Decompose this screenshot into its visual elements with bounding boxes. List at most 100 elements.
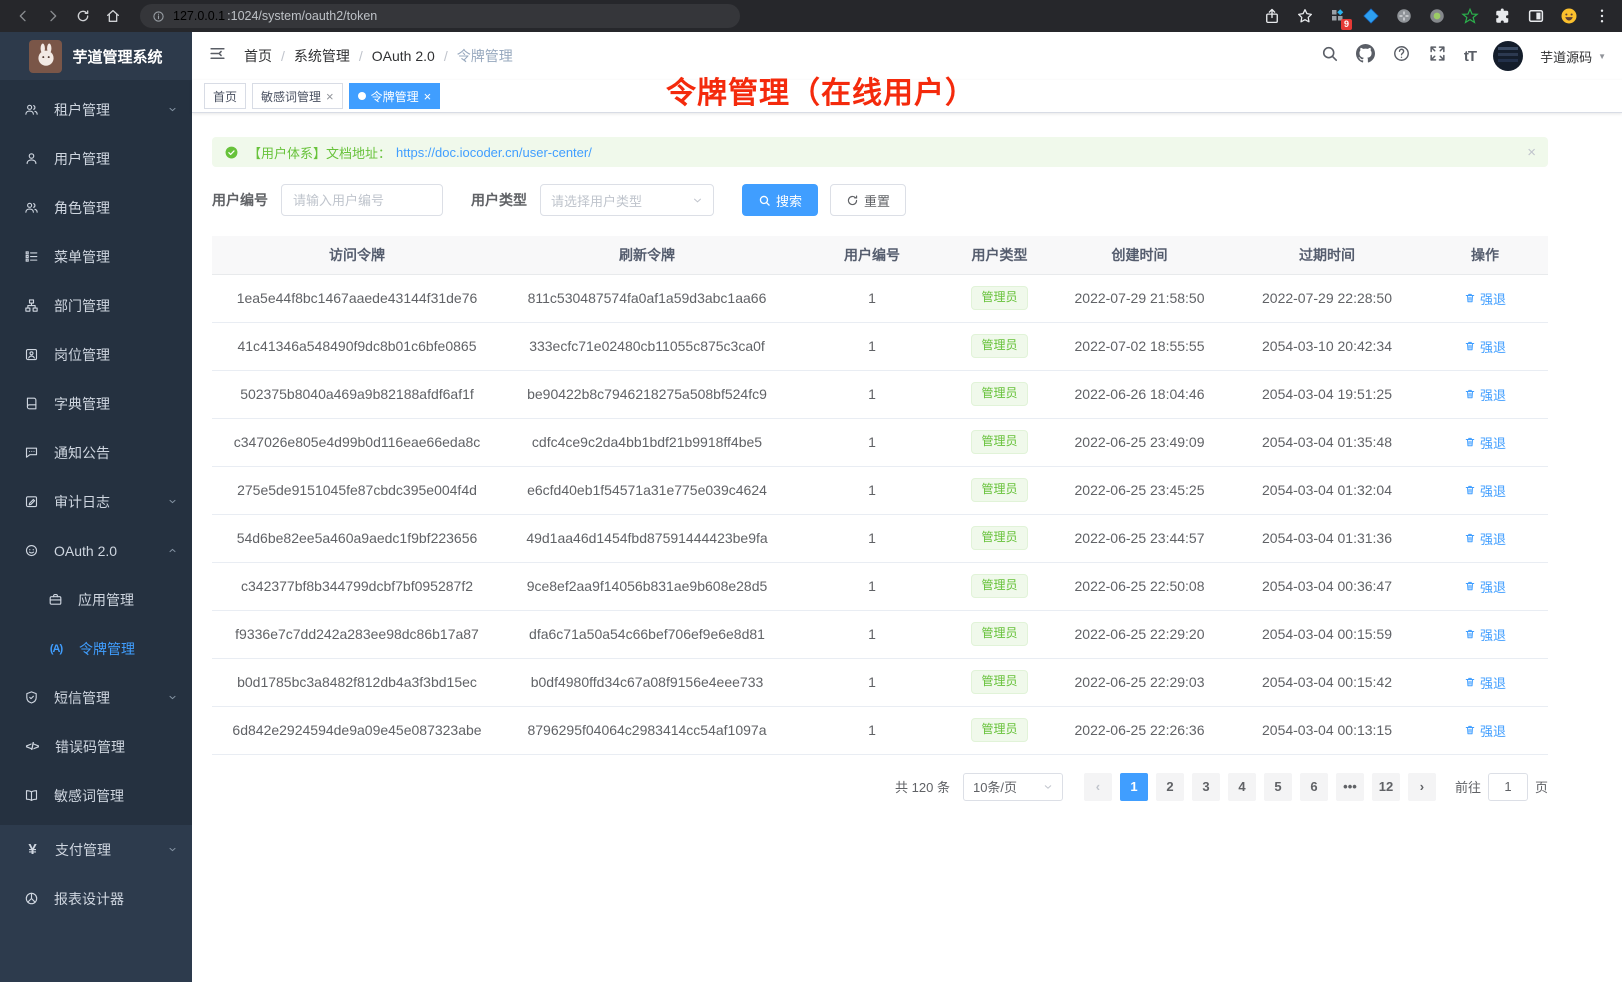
access-token-value: 1ea5e44f8bc1467aaede43144f31de76 — [237, 290, 478, 306]
page-button-5[interactable]: 5 — [1264, 773, 1292, 801]
share-icon[interactable] — [1262, 6, 1282, 26]
table-row: 54d6be82ee5a460a9aedc1f9bf223656 49d1aa4… — [212, 514, 1548, 562]
user-id-value: 1 — [868, 290, 876, 306]
profile-emoji-icon[interactable] — [1559, 6, 1579, 26]
search-icon[interactable] — [1320, 44, 1339, 68]
sidebar-item-sensitive-word[interactable]: 敏感词管理 — [0, 771, 192, 820]
page-ellipsis[interactable]: ••• — [1336, 773, 1364, 801]
breadcrumb-oauth[interactable]: OAuth 2.0 — [372, 48, 435, 64]
browser-forward-button[interactable] — [40, 4, 66, 28]
breadcrumb-system[interactable]: 系统管理 — [294, 46, 350, 66]
create-time-value: 2022-06-25 22:29:03 — [1075, 674, 1205, 690]
help-icon[interactable] — [1392, 44, 1411, 68]
alert-close-icon[interactable]: × — [1527, 144, 1536, 161]
expire-time-value: 2054-03-04 19:51:25 — [1262, 386, 1392, 402]
prev-page-button[interactable]: ‹ — [1084, 773, 1112, 801]
browser-reload-button[interactable] — [70, 4, 96, 28]
tab-token-active[interactable]: 令牌管理× — [349, 83, 441, 109]
page-button-1[interactable]: 1 — [1120, 773, 1148, 801]
user-type-select[interactable]: 请选择用户类型 — [540, 184, 714, 216]
sidebar-item-pay[interactable]: ¥ 支付管理 — [0, 825, 192, 874]
font-size-icon[interactable]: tT — [1464, 48, 1476, 65]
browser-home-button[interactable] — [100, 4, 126, 28]
sidebar-item-tenant[interactable]: 租户管理 — [0, 85, 192, 134]
sidebar-item-audit-log[interactable]: 审计日志 — [0, 477, 192, 526]
active-dot — [358, 92, 366, 100]
sidebar-item-menu[interactable]: 菜单管理 — [0, 232, 192, 281]
goto-page-input[interactable] — [1488, 773, 1528, 801]
force-logout-link[interactable]: 强退 — [1464, 577, 1506, 596]
access-token-value: f9336e7c7dd242a283ee98dc86b17a87 — [235, 626, 479, 642]
sidebar-item-role[interactable]: 角色管理 — [0, 183, 192, 232]
pagination-total: 共 120 条 — [895, 777, 950, 796]
create-time-value: 2022-06-26 18:04:46 — [1075, 386, 1205, 402]
site-info-icon[interactable] — [152, 10, 165, 23]
force-logout-link[interactable]: 强退 — [1464, 673, 1506, 692]
sidebar-item-dept[interactable]: 部门管理 — [0, 281, 192, 330]
puzzle-extensions-icon[interactable] — [1493, 6, 1513, 26]
page-button-4[interactable]: 4 — [1228, 773, 1256, 801]
app-logo: 芋道管理系统 — [0, 32, 192, 80]
next-page-button[interactable]: › — [1408, 773, 1436, 801]
chat-bubble-icon — [24, 445, 39, 460]
extension-grid-icon[interactable]: 9 — [1328, 6, 1348, 26]
user-id-input[interactable] — [281, 184, 443, 216]
page-button-6[interactable]: 6 — [1300, 773, 1328, 801]
green-star-extension-icon[interactable] — [1460, 6, 1480, 26]
force-logout-link[interactable]: 强退 — [1464, 385, 1506, 404]
bookmark-star-icon[interactable] — [1295, 6, 1315, 26]
force-logout-link[interactable]: 强退 — [1464, 433, 1506, 452]
force-logout-link[interactable]: 强退 — [1464, 337, 1506, 356]
split-screen-icon[interactable] — [1526, 6, 1546, 26]
breadcrumb-home[interactable]: 首页 — [244, 46, 272, 66]
expire-time-value: 2054-03-04 00:13:15 — [1262, 722, 1392, 738]
sidebar-item-sms[interactable]: 短信管理 — [0, 673, 192, 722]
diamond-extension-icon[interactable] — [1361, 6, 1381, 26]
create-time-value: 2022-06-25 22:26:36 — [1075, 722, 1205, 738]
sidebar-item-dict[interactable]: 字典管理 — [0, 379, 192, 428]
access-token-value: c347026e805e4d99b0d116eae66eda8c — [234, 434, 481, 450]
tab-sensitive-word[interactable]: 敏感词管理× — [252, 83, 343, 109]
sidebar-collapse-icon[interactable] — [208, 44, 227, 68]
sidebar-item-user[interactable]: 用户管理 — [0, 134, 192, 183]
sidebar-item-oauth-token[interactable]: (A) 令牌管理 — [0, 624, 192, 673]
fullscreen-icon[interactable] — [1428, 44, 1447, 68]
navbar-right: tT 芋道源码▼ — [1320, 41, 1606, 71]
force-logout-link[interactable]: 强退 — [1464, 529, 1506, 548]
close-icon[interactable]: × — [326, 90, 334, 103]
gray-circle-extension-icon[interactable] — [1394, 6, 1414, 26]
force-logout-link[interactable]: 强退 — [1464, 721, 1506, 740]
browser-menu-icon[interactable] — [1592, 6, 1612, 26]
search-button[interactable]: 搜索 — [742, 184, 818, 216]
close-icon[interactable]: × — [424, 90, 432, 103]
sidebar-item-notice[interactable]: 通知公告 — [0, 428, 192, 477]
id-badge-icon — [24, 347, 39, 362]
briefcase-icon — [48, 592, 63, 607]
sidebar-item-oauth[interactable]: OAuth 2.0 — [0, 526, 192, 575]
sidebar-item-oauth-app[interactable]: 应用管理 — [0, 575, 192, 624]
page-button-2[interactable]: 2 — [1156, 773, 1184, 801]
page-button-3[interactable]: 3 — [1192, 773, 1220, 801]
browser-back-button[interactable] — [10, 4, 36, 28]
sidebar-item-error-code[interactable]: </> 错误码管理 — [0, 722, 192, 771]
page-button-12[interactable]: 12 — [1372, 773, 1400, 801]
green-dot-extension-icon[interactable] — [1427, 6, 1447, 26]
tab-home[interactable]: 首页 — [204, 83, 246, 109]
address-bar[interactable]: 127.0.0.1:1024/system/oauth2/token — [140, 4, 740, 28]
doc-link[interactable]: https://doc.iocoder.cn/user-center/ — [396, 145, 592, 160]
force-logout-link[interactable]: 强退 — [1464, 289, 1506, 308]
sidebar-item-report-designer[interactable]: 报表设计器 — [0, 874, 192, 923]
reset-button[interactable]: 重置 — [830, 184, 906, 216]
col-create-time: 创建时间 — [1047, 236, 1232, 274]
force-logout-link[interactable]: 强退 — [1464, 481, 1506, 500]
user-menu[interactable]: 芋道源码▼ — [1540, 47, 1606, 66]
user-type-badge: 管理员 — [971, 286, 1027, 310]
sidebar-item-post[interactable]: 岗位管理 — [0, 330, 192, 379]
github-icon[interactable] — [1356, 44, 1375, 68]
search-icon — [758, 194, 771, 207]
force-logout-link[interactable]: 强退 — [1464, 625, 1506, 644]
page-size-select[interactable]: 10条/页 — [963, 773, 1063, 801]
avatar[interactable] — [1493, 41, 1523, 71]
page-content: 【用户体系】文档地址： https://doc.iocoder.cn/user-… — [192, 113, 1622, 801]
user-id-value: 1 — [868, 434, 876, 450]
